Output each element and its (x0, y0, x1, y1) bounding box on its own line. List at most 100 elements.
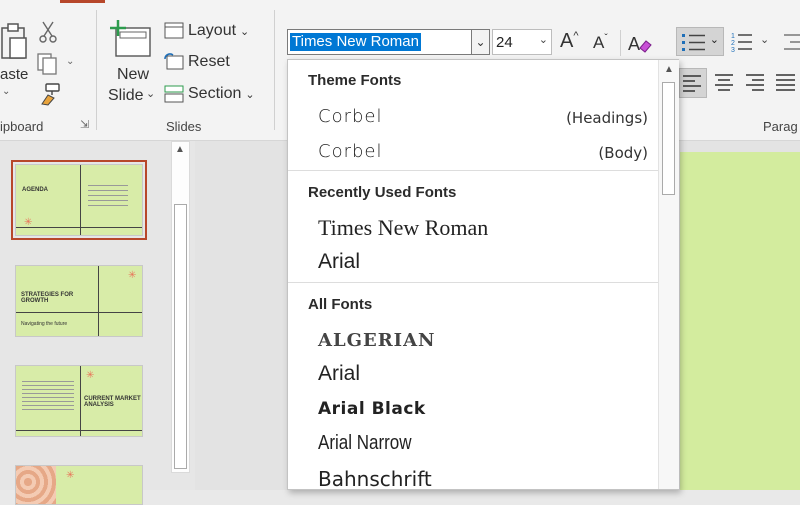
reset-label: Reset (188, 53, 230, 70)
font-option-arial-black[interactable]: Arial Black (318, 399, 426, 419)
font-size-chevron-icon: ⌄ (538, 34, 548, 46)
sparkle-icon: ✳ (24, 217, 33, 228)
paste-chevron-icon[interactable]: ⌄ (2, 86, 10, 97)
group-divider (274, 10, 275, 130)
cut-icon[interactable] (38, 20, 58, 44)
thumbnail-text-lines (22, 378, 74, 413)
bullets-icon (682, 34, 705, 51)
copy-chevron-icon[interactable]: ⌄ (66, 56, 74, 67)
paste-icon[interactable] (0, 22, 30, 62)
font-size-value: 24 (496, 34, 513, 51)
align-left-icon (683, 75, 701, 92)
slide-thumbnail-4[interactable]: ✳ (15, 465, 143, 505)
slide-thumbnail-pane: AGENDA ✳ STRATEGIES FOR GROWTH Navigatin… (0, 141, 195, 505)
clear-formatting-icon[interactable]: A (626, 30, 654, 56)
numbering-icon[interactable]: 1 2 3 (730, 30, 756, 54)
font-option-arial-narrow[interactable]: Arial Narrow (318, 432, 412, 455)
clipboard-group-label: ipboard (0, 119, 44, 134)
divider (80, 366, 81, 436)
align-center-icon[interactable] (714, 72, 734, 94)
font-size-input[interactable]: 24 ⌄ (492, 29, 552, 55)
align-left-button[interactable] (679, 68, 707, 98)
section-chevron-icon: ⌄ (245, 88, 255, 101)
font-option-arial-recent[interactable]: Arial (318, 250, 360, 274)
increase-font-size-icon[interactable]: A^ (560, 30, 579, 53)
font-dropdown-list[interactable]: Theme Fonts Corbel (Headings) Corbel (Bo… (287, 59, 679, 491)
font-dropdown-scrollbar[interactable]: ▲ (658, 60, 679, 489)
divider (16, 312, 142, 313)
divider (16, 227, 142, 228)
font-name-value: Times New Roman (290, 33, 421, 51)
divider (16, 430, 142, 431)
thumbnail-subtitle: Navigating the future (21, 321, 68, 327)
sparkle-icon: ✳ (66, 470, 75, 481)
svg-text:1: 1 (731, 33, 735, 40)
section-icon (164, 85, 184, 103)
recent-fonts-header: Recently Used Fonts (308, 184, 457, 201)
layout-chevron-icon: ⌄ (240, 25, 250, 38)
paste-button-label[interactable]: aste (0, 66, 28, 83)
section-button[interactable]: Section ⌄ (164, 85, 255, 103)
current-slide[interactable] (680, 152, 800, 490)
all-fonts-header: All Fonts (308, 296, 373, 313)
decrease-indent-icon[interactable] (780, 30, 800, 54)
new-slide-label-line2[interactable]: Slide (108, 87, 144, 105)
svg-text:3: 3 (731, 47, 735, 54)
font-name-dropdown-button[interactable]: ⌄ (472, 29, 490, 55)
divider (288, 282, 658, 283)
format-painter-icon[interactable] (38, 82, 62, 106)
layout-icon (164, 22, 184, 39)
scroll-up-icon[interactable]: ▲ (175, 144, 185, 155)
paragraph-group-label: Parag (763, 119, 798, 134)
font-name-input[interactable]: Times New Roman (287, 29, 472, 55)
align-right-icon[interactable] (745, 72, 765, 94)
thumbnail-scrollbar[interactable]: ▲ (171, 141, 190, 473)
svg-text:2: 2 (731, 40, 735, 47)
layout-button[interactable]: Layout ⌄ (164, 22, 249, 40)
divider (80, 165, 81, 235)
font-option-label: Corbel (318, 106, 383, 127)
decrease-font-size-icon[interactable]: Aˇ (593, 33, 608, 53)
thumbnail-bullets (88, 181, 128, 210)
slide-thumbnail-1[interactable]: AGENDA ✳ (15, 164, 143, 236)
clipboard-launcher-icon[interactable]: ⇲ (80, 118, 89, 131)
thumbnail-title: AGENDA (22, 187, 49, 193)
font-option-corbel-body[interactable]: Corbel (318, 141, 382, 162)
copy-icon[interactable] (36, 52, 60, 76)
slide-thumbnail-2[interactable]: STRATEGIES FOR GROWTH Navigating the fut… (15, 265, 143, 337)
font-option-bahnschrift[interactable]: Bahnschrift (318, 467, 432, 491)
reset-icon (164, 53, 184, 70)
font-option-arial[interactable]: Arial (318, 362, 360, 386)
new-slide-label-line1[interactable]: New (117, 66, 149, 84)
new-slide-icon[interactable] (108, 18, 152, 58)
svg-text:A: A (628, 34, 640, 54)
slides-group-label: Slides (166, 119, 202, 134)
font-option-algerian[interactable]: ALGERIAN (318, 330, 436, 351)
font-option-times-new-roman[interactable]: Times New Roman (318, 215, 488, 241)
sparkle-icon: ✳ (86, 370, 95, 381)
justify-icon[interactable] (775, 72, 797, 94)
active-tab-indicator (60, 0, 105, 3)
scroll-up-icon[interactable]: ▲ (664, 64, 674, 75)
divider (620, 30, 621, 56)
theme-fonts-header: Theme Fonts (308, 72, 402, 89)
font-option-hint: (Headings) (566, 109, 648, 127)
group-divider (96, 10, 97, 130)
divider (98, 266, 99, 336)
scrollbar-thumb[interactable] (174, 204, 187, 469)
section-label: Section (188, 85, 242, 102)
new-slide-chevron-icon[interactable]: ⌄ (146, 87, 155, 100)
thumbnail-image (16, 466, 56, 504)
bullets-button[interactable]: ⌄ (676, 27, 724, 56)
font-option-label: Corbel (318, 141, 383, 162)
reset-button[interactable]: Reset (164, 53, 230, 71)
scrollbar-thumb[interactable] (662, 82, 675, 195)
sparkle-icon: ✳ (128, 270, 137, 281)
divider (288, 170, 658, 171)
numbering-chevron-icon[interactable]: ⌄ (760, 33, 769, 46)
thumbnail-title: CURRENT MARKET ANALYSIS (84, 396, 141, 408)
slide-thumbnail-3[interactable]: CURRENT MARKET ANALYSIS ✳ (15, 365, 143, 437)
bullets-chevron-icon: ⌄ (709, 34, 719, 46)
font-option-corbel-headings[interactable]: Corbel (318, 106, 382, 127)
layout-label: Layout (188, 22, 237, 39)
